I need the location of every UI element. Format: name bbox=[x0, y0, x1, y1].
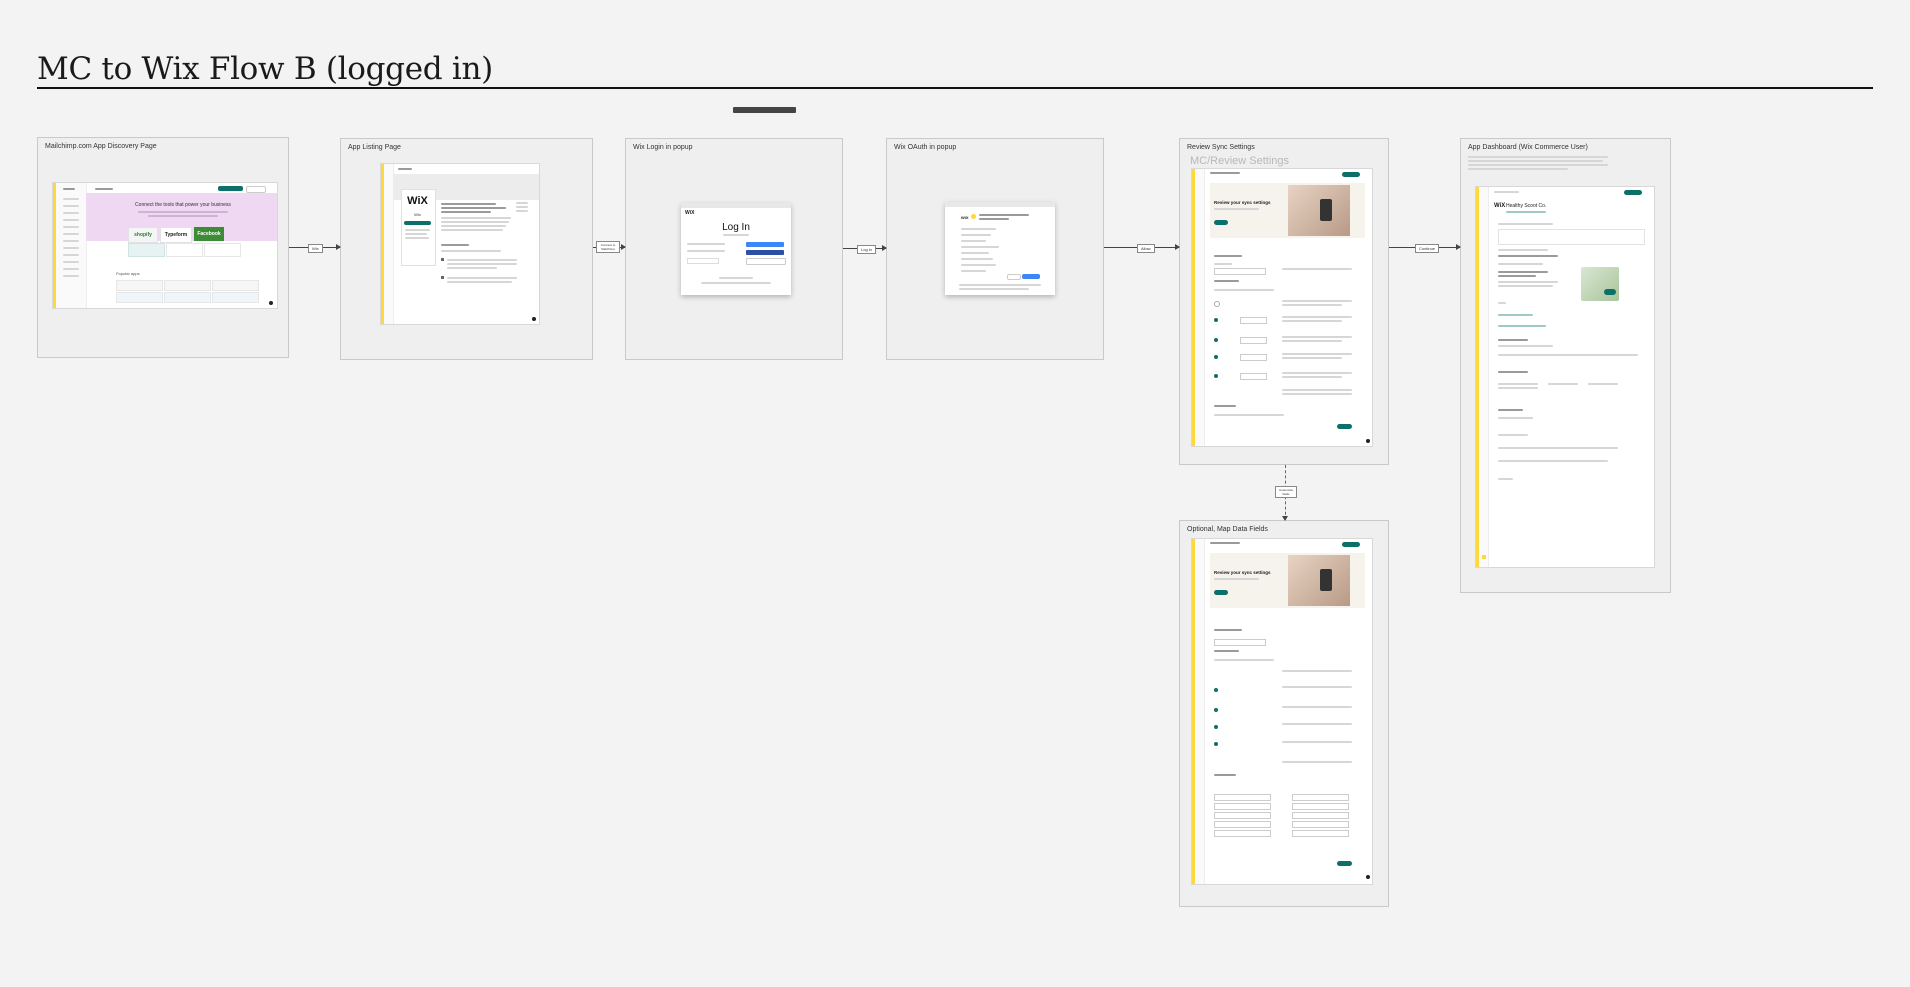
screenshot-app-dashboard: WiX Healthy Scoot Co. bbox=[1476, 187, 1654, 567]
screenshot-wix-login: WiX Log In bbox=[681, 203, 791, 295]
frame-label: App Dashboard (Wix Commerce User) bbox=[1468, 144, 1588, 151]
store-name: Healthy Scoot Co. bbox=[1506, 203, 1547, 209]
connector-label: Customize fields bbox=[1275, 486, 1297, 498]
shopify-logo: shopify bbox=[128, 227, 158, 243]
screenshot-discovery: Connect the tools that power your busine… bbox=[53, 183, 277, 308]
login-heading: Log In bbox=[722, 222, 750, 233]
wix-logo: WiX bbox=[1494, 203, 1506, 209]
screenshot-app-listing: WiX Wix bbox=[381, 164, 539, 324]
hero-title: Review your sync settings bbox=[1214, 570, 1271, 575]
wix-logo: WiX bbox=[407, 195, 428, 207]
frame-app-listing[interactable]: App Listing Page WiX Wix bbox=[340, 138, 593, 360]
typeform-logo: Typeform bbox=[160, 227, 192, 243]
wix-logo: WiX bbox=[685, 210, 695, 216]
banner-text: Connect the tools that power your busine… bbox=[135, 202, 231, 208]
frame-wix-login[interactable]: Wix Login in popup WiX Log In bbox=[625, 138, 843, 360]
frame-label: Mailchimp.com App Discovery Page bbox=[45, 143, 157, 150]
frame-app-dashboard[interactable]: App Dashboard (Wix Commerce User) WiX He… bbox=[1460, 138, 1671, 593]
frame-wix-oauth[interactable]: Wix OAuth in popup WiX bbox=[886, 138, 1104, 360]
frame-label: App Listing Page bbox=[348, 144, 401, 151]
page-title: MC to Wix Flow B (logged in) bbox=[37, 50, 493, 87]
wix-logo: WiX bbox=[961, 215, 969, 220]
section-label: Popular apps bbox=[116, 271, 140, 276]
connector-label: Wix bbox=[308, 244, 323, 253]
frame-label: Review Sync Settings bbox=[1187, 144, 1255, 151]
connector-label: Log in bbox=[857, 245, 876, 254]
facebook-logo: Facebook bbox=[194, 227, 224, 241]
title-divider bbox=[37, 87, 1873, 89]
hero-title: Review your sync settings bbox=[1214, 200, 1271, 205]
frame-map-data-fields[interactable]: Optional, Map Data Fields Review your sy… bbox=[1179, 520, 1389, 907]
frame-label: Wix OAuth in popup bbox=[894, 144, 957, 151]
frame-label: Optional, Map Data Fields bbox=[1187, 526, 1268, 533]
screenshot-wix-oauth: WiX bbox=[945, 202, 1055, 295]
screenshot-map-data-fields: Review your sync settings bbox=[1192, 539, 1372, 884]
overlay-label: MC/Review Settings bbox=[1190, 155, 1290, 167]
sticky-note[interactable] bbox=[733, 107, 796, 113]
frame-label: Wix Login in popup bbox=[633, 144, 693, 151]
frame-review-sync[interactable]: Review Sync Settings MC/Review Settings … bbox=[1179, 138, 1389, 465]
app-name: Wix bbox=[414, 212, 421, 217]
connector-label: Continue bbox=[1415, 244, 1440, 253]
screenshot-review-sync: Review your sync settings bbox=[1192, 169, 1372, 446]
connector-label: Connect to Mailchimp bbox=[596, 241, 620, 253]
connector-label: Allow bbox=[1137, 244, 1155, 253]
frame-discovery[interactable]: Mailchimp.com App Discovery Page Connect… bbox=[37, 137, 289, 358]
